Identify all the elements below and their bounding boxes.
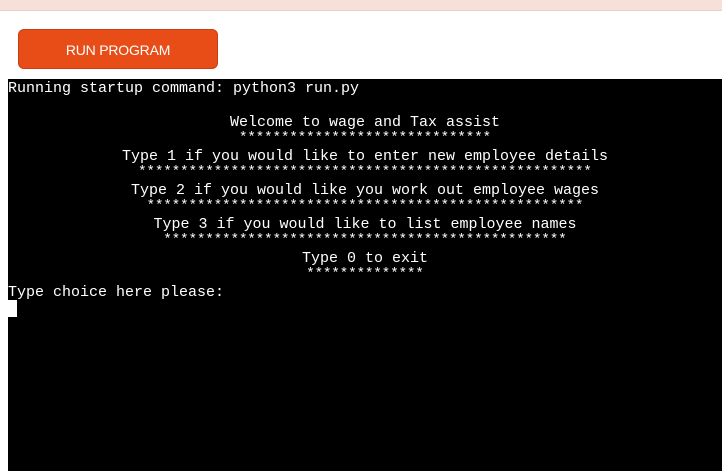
startup-command-line: Running startup command: python3 run.py (8, 80, 360, 97)
menu-option-1-stars: ****************************************… (138, 164, 592, 180)
top-strip (0, 0, 722, 11)
menu-option-1: Type 1 if you would like to enter new em… (121, 148, 609, 165)
menu-option-2: Type 2 if you would like you work out em… (130, 182, 600, 199)
terminal[interactable]: Running startup command: python3 run.py … (8, 79, 722, 471)
run-program-button[interactable]: RUN PROGRAM (18, 29, 218, 69)
terminal-cursor[interactable] (8, 300, 17, 317)
menu-option-0: Type 0 to exit (301, 250, 429, 267)
menu-option-3-stars: ****************************************… (163, 232, 567, 248)
menu-title-stars: ****************************** (238, 130, 492, 146)
input-prompt: Type choice here please: (8, 284, 225, 301)
menu-option-2-stars: ****************************************… (146, 198, 584, 214)
menu-title: Welcome to wage and Tax assist (229, 114, 501, 131)
menu-option-3: Type 3 if you would like to list employe… (153, 216, 577, 233)
menu-option-0-stars: ************** (306, 266, 424, 282)
